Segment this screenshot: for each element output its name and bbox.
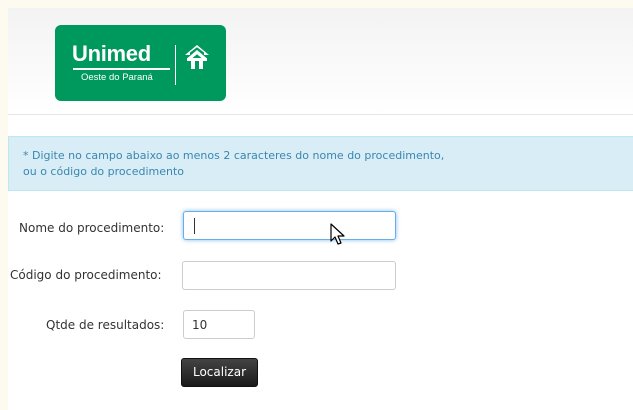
page: Unimed Oeste do Paraná * Digite no campo… xyxy=(8,8,633,410)
logo-underline xyxy=(73,68,170,70)
unimed-logo[interactable]: Unimed Oeste do Paraná xyxy=(55,25,226,101)
unimed-tree-icon xyxy=(185,45,209,69)
procedure-code-label: Código do procedimento: xyxy=(10,268,162,282)
notice-line-2: ou o código do procedimento xyxy=(23,165,185,178)
logo-region-text: Oeste do Paraná xyxy=(81,72,153,83)
mouse-pointer-icon xyxy=(330,223,345,245)
procedure-code-input[interactable] xyxy=(182,261,396,290)
notice-line-1: * Digite no campo abaixo ao menos 2 cara… xyxy=(23,149,445,162)
procedure-name-input[interactable] xyxy=(183,211,396,240)
search-button[interactable]: Localizar xyxy=(181,358,258,387)
instruction-notice: * Digite no campo abaixo ao menos 2 cara… xyxy=(8,136,633,191)
header: Unimed Oeste do Paraná xyxy=(8,8,633,115)
result-count-label: Qtde de resultados: xyxy=(46,318,165,332)
procedure-name-label: Nome do procedimento: xyxy=(19,221,165,235)
logo-divider xyxy=(175,45,176,85)
result-count-input[interactable] xyxy=(183,310,255,339)
text-caret xyxy=(194,218,195,234)
logo-brand-text: Unimed xyxy=(72,41,151,66)
